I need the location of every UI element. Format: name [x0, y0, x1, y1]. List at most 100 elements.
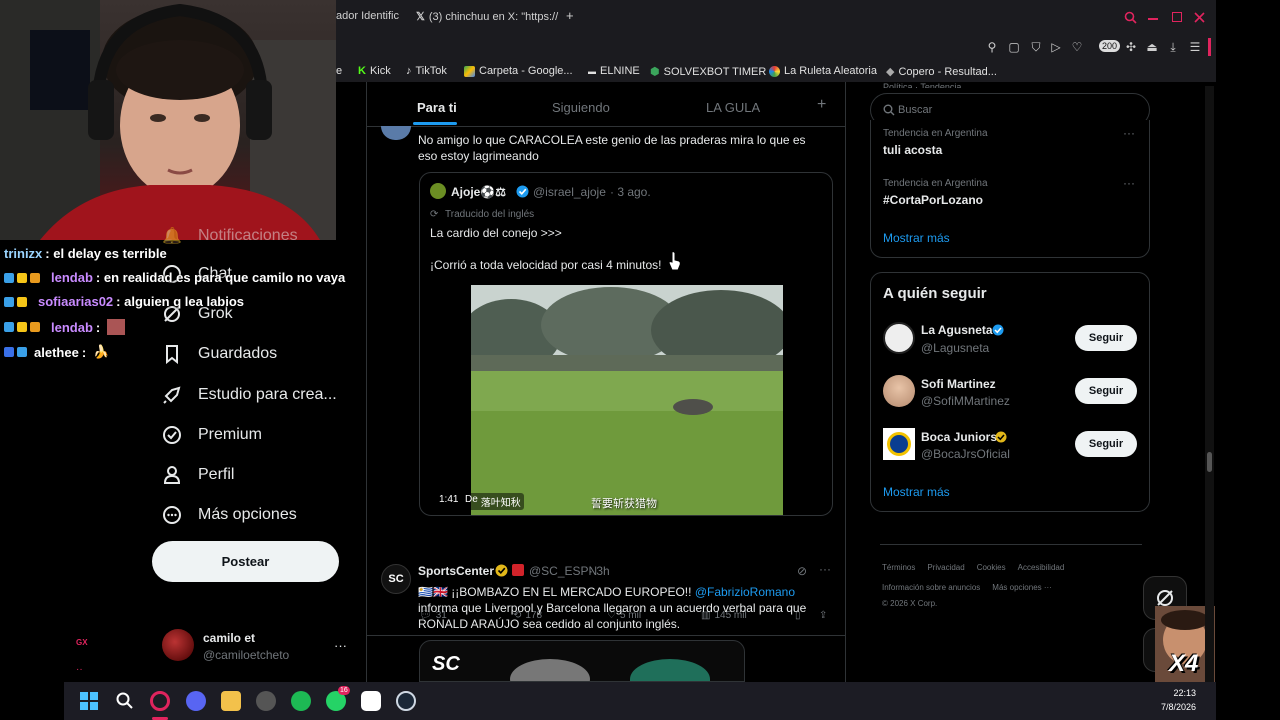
avatar[interactable]: SC	[381, 564, 411, 594]
more-circle-icon	[162, 505, 182, 525]
follow-name[interactable]: La Agusneta	[921, 323, 993, 337]
play-icon[interactable]: ▷	[1049, 40, 1063, 54]
nav-premium[interactable]: Premium	[162, 425, 262, 445]
bookmark-ruleta[interactable]: La Ruleta Aleatoria	[769, 65, 877, 77]
post-text: 🇺🇾🇬🇧 ¡¡BOMBAZO EN EL MERCADO EUROPEO!! @…	[418, 585, 807, 631]
nav-saved[interactable]: Guardados	[162, 344, 277, 364]
bookmark-truncated[interactable]: e	[336, 65, 342, 77]
follow-button[interactable]: Seguir	[1075, 378, 1137, 404]
scrollbar-thumb[interactable]	[1207, 452, 1212, 472]
avatar[interactable]	[162, 629, 194, 661]
avatar[interactable]	[430, 183, 446, 199]
heart-icon[interactable]: ♡	[1070, 40, 1084, 54]
new-tab-button[interactable]: +	[566, 8, 574, 23]
post-menu-icon[interactable]: ···	[819, 562, 831, 576]
lock-icon[interactable]: ⏏	[1145, 40, 1159, 54]
steam-game-icon[interactable]	[256, 691, 276, 711]
footer-link[interactable]: Términos	[882, 563, 915, 572]
add-tab-button[interactable]: +	[817, 96, 826, 114]
bookmark-solvexbot[interactable]: ⬢ SOLVEXBOT TIMER	[650, 65, 766, 79]
follow-button[interactable]: Seguir	[1075, 325, 1137, 351]
account-menu-icon[interactable]: ···	[334, 638, 347, 653]
minimize-icon[interactable]	[1148, 18, 1158, 20]
trend-name[interactable]: #CortaPorLozano	[883, 193, 983, 207]
menu-icon[interactable]: ☰	[1188, 40, 1202, 54]
follow-name[interactable]: Sofi Martinez	[921, 377, 996, 391]
download-icon[interactable]: ⤓	[1166, 40, 1180, 54]
tab-previous[interactable]: ador Identific	[336, 10, 399, 22]
steam-icon[interactable]	[396, 691, 416, 711]
divider	[367, 635, 845, 636]
windows-start-icon[interactable]	[80, 692, 98, 710]
chat-message: lendab: en realidad es para que camilo n…	[4, 270, 345, 285]
tab-active[interactable]: 𝕏 (3) chinchuu en X: "https://	[416, 10, 558, 23]
maximize-icon[interactable]	[1172, 12, 1182, 22]
avatar[interactable]	[883, 375, 915, 407]
footer-links: Información sobre anuncios Más opciones …	[882, 583, 1052, 592]
search-icon[interactable]	[1124, 11, 1137, 24]
clock-date[interactable]: 7/8/2026	[1152, 702, 1196, 712]
panel-title: A quién seguir	[883, 285, 987, 302]
tiktok-icon: ♪	[406, 65, 412, 77]
footer-link[interactable]: Accesibilidad	[1018, 563, 1065, 572]
tab-la-gula[interactable]: LA GULA	[706, 100, 760, 115]
wheel-icon	[769, 65, 780, 77]
mention-link[interactable]: @FabrizioRomano	[695, 585, 795, 599]
show-more-link[interactable]: Mostrar más	[883, 485, 950, 499]
avatar[interactable]	[381, 126, 411, 140]
bookmark-copero[interactable]: ◆ Copero - Resultad...	[886, 65, 997, 79]
extensions-icon[interactable]: ✣	[1124, 40, 1138, 54]
video-player[interactable]: 誓要斩获猎物	[471, 285, 783, 515]
quote-author-name: Ajoje⚽⚖	[451, 185, 507, 199]
nav-more-options[interactable]: Más opciones	[162, 505, 297, 525]
nav-notifications[interactable]: 🔔 Notificaciones	[162, 226, 298, 246]
footer-link[interactable]: Más opciones ···	[992, 583, 1052, 592]
shield-icon[interactable]: ⛉	[1029, 40, 1043, 54]
scrollbar-track[interactable]	[1205, 86, 1214, 682]
pin-icon[interactable]: ⚲	[985, 40, 999, 54]
tab-siguiendo[interactable]: Siguiendo	[552, 100, 610, 115]
avatar[interactable]	[883, 322, 915, 354]
tool-icon[interactable]	[361, 691, 381, 711]
follow-name[interactable]: Boca Juniors	[921, 430, 997, 444]
grok-icon[interactable]: ⊘	[797, 564, 807, 578]
search-icon[interactable]	[116, 692, 134, 710]
video-source[interactable]: De 落叶知秋	[462, 493, 524, 510]
opera-gx-icon[interactable]	[150, 691, 170, 711]
translated-label[interactable]: Traducido del inglés	[445, 209, 534, 220]
extension-badge[interactable]: 200	[1099, 40, 1121, 52]
video-subtitle: 誓要斩获猎物	[591, 498, 657, 510]
close-icon[interactable]	[1194, 12, 1205, 23]
bookmark-tiktok[interactable]: ♪ TikTok	[406, 65, 447, 77]
file-explorer-icon[interactable]	[221, 691, 241, 711]
tab-para-ti[interactable]: Para ti	[417, 100, 457, 115]
trend-menu-icon[interactable]: ···	[1123, 126, 1135, 140]
badge-icon	[4, 347, 14, 357]
nav-creator-studio[interactable]: Estudio para crea...	[162, 385, 337, 405]
trends-panel: Tendencia en Argentina tuli acosta ··· T…	[870, 120, 1150, 258]
bookmark-drive[interactable]: Carpeta - Google...	[464, 65, 573, 77]
post-text: No amigo lo que CARACOLEA este genio de …	[418, 133, 806, 163]
footer-link[interactable]: Privacidad	[927, 563, 964, 572]
nav-profile[interactable]: Perfil	[162, 465, 234, 485]
spotify-icon[interactable]	[291, 691, 311, 711]
follow-button[interactable]: Seguir	[1075, 431, 1137, 457]
bookmark-kick[interactable]: K Kick	[358, 65, 391, 77]
trend-menu-icon[interactable]: ···	[1123, 176, 1135, 190]
clock-time[interactable]: 22:13	[1172, 688, 1196, 698]
trend-name[interactable]: tuli acosta	[883, 143, 942, 157]
post-button[interactable]: Postear	[152, 541, 339, 582]
screenshot-icon[interactable]: ▢	[1007, 40, 1021, 54]
gold-verified-icon	[995, 431, 1007, 443]
discord-icon[interactable]	[186, 691, 206, 711]
post-media[interactable]: SC	[419, 640, 745, 682]
quote-author-handle: @israel_ajoje	[533, 185, 606, 199]
follow-handle: @SofiMMartinez	[921, 394, 1010, 408]
quoted-post[interactable]: Ajoje⚽⚖ @israel_ajoje · 3 ago. ⟳ Traduci…	[419, 172, 833, 516]
avatar[interactable]	[883, 428, 915, 460]
footer-link[interactable]: Información sobre anuncios	[882, 583, 980, 592]
footer-link[interactable]: Cookies	[977, 563, 1006, 572]
show-more-link[interactable]: Mostrar más	[883, 231, 950, 245]
bookmark-elnine[interactable]: ▬ ELNINE	[588, 65, 640, 77]
webcam-feed	[0, 0, 336, 240]
